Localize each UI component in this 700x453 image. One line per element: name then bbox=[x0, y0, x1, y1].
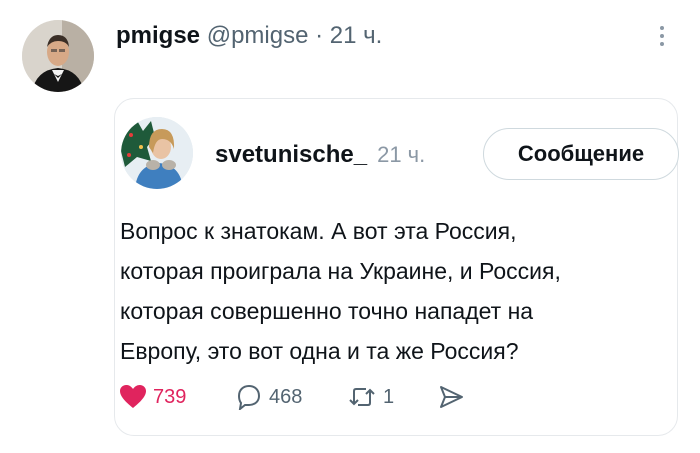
quoted-avatar-image bbox=[121, 117, 193, 189]
quoted-avatar[interactable] bbox=[121, 117, 193, 189]
tweet-actions: 739 468 1 bbox=[119, 383, 499, 411]
author-handle[interactable]: @pmigse bbox=[207, 22, 309, 49]
author-name[interactable]: pmigse bbox=[116, 22, 200, 49]
repost-icon bbox=[349, 388, 375, 406]
repost-count: 1 bbox=[383, 385, 395, 408]
quoted-author-name[interactable]: svetunische_ bbox=[215, 141, 367, 168]
reply-bubble-icon bbox=[237, 384, 261, 410]
quoted-tweet-time[interactable]: 21 ч. bbox=[377, 142, 425, 167]
tweet-time[interactable]: 21 ч. bbox=[330, 22, 383, 49]
share-button[interactable] bbox=[437, 383, 465, 411]
like-button[interactable]: 739 bbox=[119, 383, 186, 411]
tweet-header: pmigse @pmigse · 21 ч. bbox=[116, 22, 382, 50]
message-button[interactable]: Сообщение bbox=[483, 128, 679, 180]
like-count: 739 bbox=[153, 385, 187, 408]
reply-button[interactable]: 468 bbox=[235, 383, 302, 411]
heart-filled-icon bbox=[120, 385, 146, 408]
quoted-tweet-card[interactable]: svetunische_ 21 ч. Сообщение Вопрос к зна… bbox=[114, 98, 679, 436]
share-send-icon bbox=[440, 386, 463, 408]
quoted-tweet-header: svetunische_ 21 ч. bbox=[215, 141, 425, 169]
avatar-image bbox=[22, 20, 94, 92]
reply-count: 468 bbox=[269, 385, 303, 408]
avatar[interactable] bbox=[22, 20, 94, 92]
repost-button[interactable]: 1 bbox=[347, 383, 394, 411]
header-separator: · bbox=[315, 22, 324, 49]
tweet-text: Вопрос к знатокам. А вот эта Россия, кот… bbox=[120, 218, 561, 364]
more-vertical-icon[interactable] bbox=[654, 24, 670, 48]
